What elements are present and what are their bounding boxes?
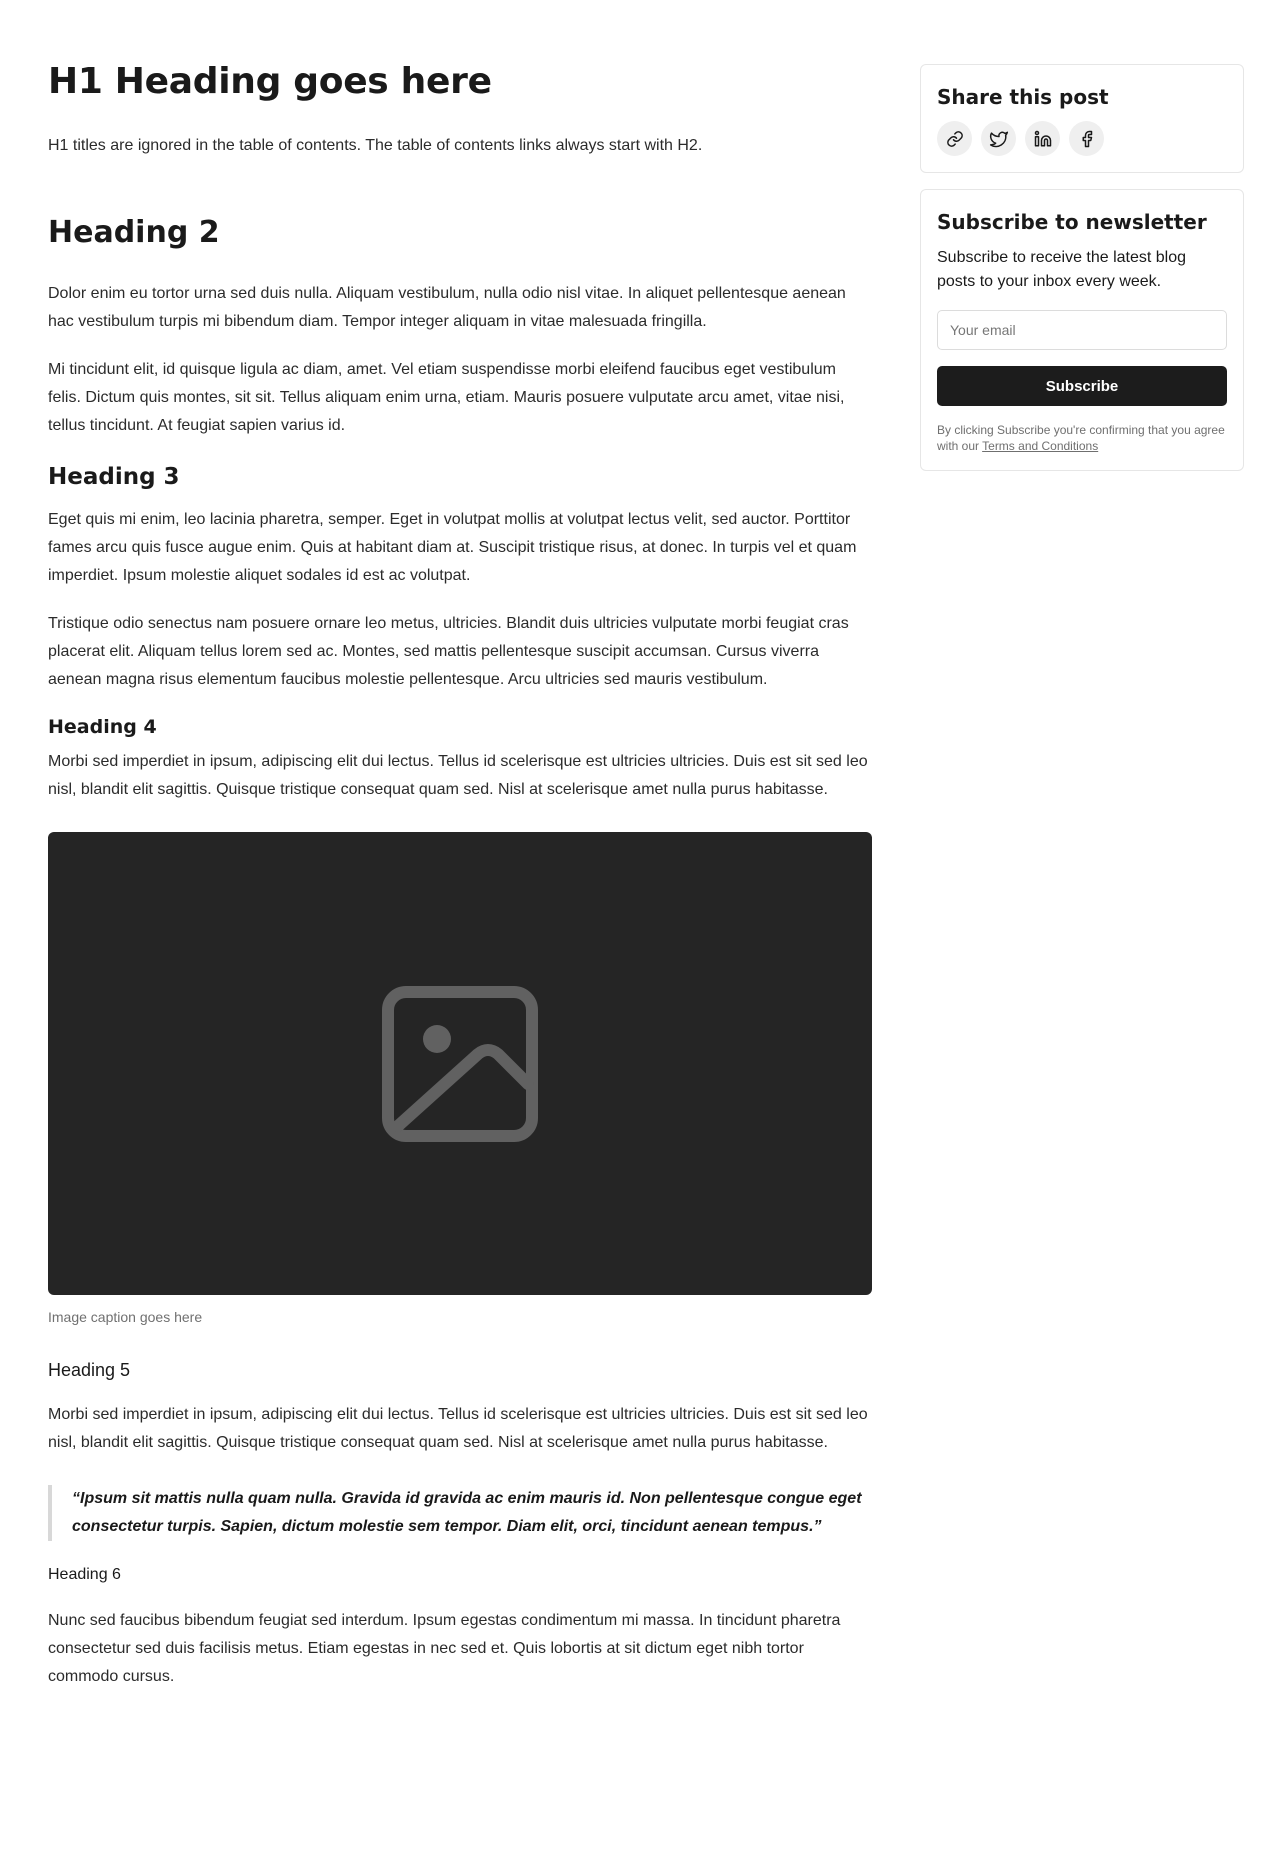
newsletter-card: Subscribe to newsletter Subscribe to rec… xyxy=(920,189,1244,471)
link-icon xyxy=(946,130,963,147)
linkedin-icon xyxy=(1034,130,1051,146)
blockquote: “Ipsum sit mattis nulla quam nulla. Grav… xyxy=(48,1485,872,1541)
paragraph: Morbi sed imperdiet in ipsum, adipiscing… xyxy=(48,1406,868,1451)
paragraph: Eget quis mi enim, leo lacinia pharetra,… xyxy=(48,511,857,584)
image-placeholder xyxy=(48,832,872,1295)
share-link-button[interactable] xyxy=(937,121,972,156)
page-title: H1 Heading goes here xyxy=(48,61,492,102)
legal-text: By clicking Subscribe you're confirming … xyxy=(937,422,1227,454)
paragraph: Dolor enim eu tortor urna sed duis nulla… xyxy=(48,285,846,330)
subscribe-button[interactable]: Subscribe xyxy=(937,366,1227,406)
newsletter-title: Subscribe to newsletter xyxy=(937,210,1207,234)
image-placeholder-icon xyxy=(382,985,538,1142)
facebook-icon xyxy=(1082,130,1092,147)
heading-3: Heading 3 xyxy=(48,464,180,490)
share-card: Share this post xyxy=(920,64,1244,173)
heading-4: Heading 4 xyxy=(48,716,157,738)
intro-paragraph: H1 titles are ignored in the table of co… xyxy=(48,137,703,154)
article: H1 Heading goes here H1 titles are ignor… xyxy=(48,60,872,1711)
sidebar: Share this post Subscribe to newsletter … xyxy=(920,64,1244,471)
share-linkedin-button[interactable] xyxy=(1025,121,1060,156)
article-figure: Image caption goes here xyxy=(48,832,872,1327)
email-input[interactable] xyxy=(937,310,1227,350)
terms-link[interactable]: Terms and Conditions xyxy=(982,439,1098,453)
paragraph: Mi tincidunt elit, id quisque ligula ac … xyxy=(48,361,845,434)
share-facebook-button[interactable] xyxy=(1069,121,1104,156)
heading-2: Heading 2 xyxy=(48,215,220,250)
share-buttons xyxy=(937,121,1227,156)
twitter-icon xyxy=(989,131,1008,147)
heading-5: Heading 5 xyxy=(48,1360,131,1380)
paragraph: Morbi sed imperdiet in ipsum, adipiscing… xyxy=(48,753,868,798)
share-title: Share this post xyxy=(937,85,1109,109)
paragraph: Nunc sed faucibus bibendum feugiat sed i… xyxy=(48,1612,841,1685)
newsletter-description: Subscribe to receive the latest blog pos… xyxy=(937,249,1187,290)
share-twitter-button[interactable] xyxy=(981,121,1016,156)
paragraph: Tristique odio senectus nam posuere orna… xyxy=(48,615,849,688)
image-caption: Image caption goes here xyxy=(48,1309,203,1325)
heading-6: Heading 6 xyxy=(48,1566,121,1583)
